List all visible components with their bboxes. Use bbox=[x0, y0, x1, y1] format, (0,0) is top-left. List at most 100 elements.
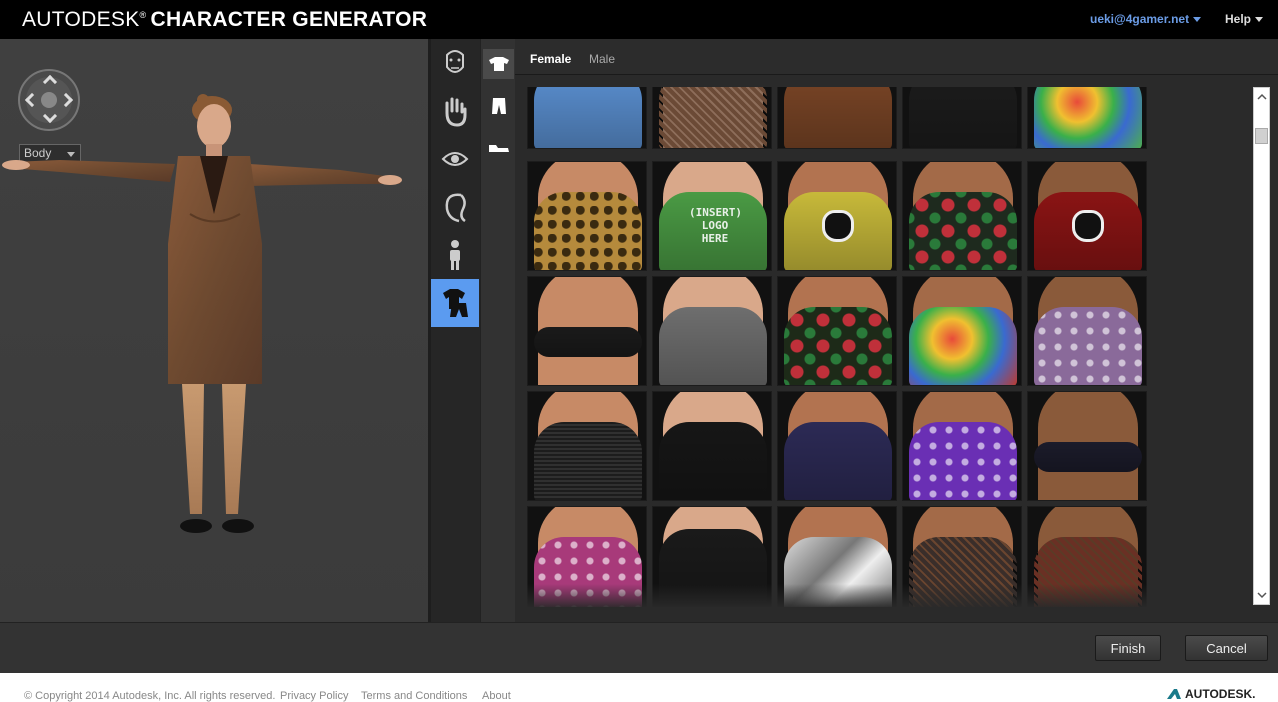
garment-preview bbox=[534, 87, 642, 148]
category-eye-button[interactable] bbox=[431, 135, 479, 183]
tile-print-text: (INSERT) LOGO HERE bbox=[689, 206, 742, 245]
subcategory-shoes-button[interactable] bbox=[483, 133, 514, 163]
garment-preview bbox=[659, 87, 767, 148]
autodesk-logo[interactable]: AUTODESK. bbox=[1166, 687, 1255, 701]
clothing-item-tile[interactable] bbox=[652, 506, 772, 607]
clothing-item-tile[interactable] bbox=[1027, 391, 1147, 501]
app-header: AUTODESK® CHARACTER GENERATOR ueki@4gamer… bbox=[0, 0, 1278, 39]
user-email: ueki@4gamer.net bbox=[1090, 12, 1190, 26]
garment-preview bbox=[1034, 87, 1142, 148]
brand-autodesk: AUTODESK bbox=[22, 8, 140, 31]
cancel-button[interactable]: Cancel bbox=[1185, 635, 1268, 661]
page-footer: © Copyright 2014 Autodesk, Inc. All righ… bbox=[0, 673, 1278, 702]
clothing-item-tile[interactable] bbox=[777, 87, 897, 149]
brand-product-name: CHARACTER GENERATOR bbox=[150, 8, 428, 31]
category-body-button[interactable] bbox=[431, 231, 479, 279]
clothing-item-tile[interactable] bbox=[1027, 161, 1147, 271]
hand-icon bbox=[445, 97, 467, 127]
clothing-item-tile[interactable]: (INSERT) LOGO HERE bbox=[652, 161, 772, 271]
brand-registered-mark: ® bbox=[139, 10, 147, 20]
garment-preview bbox=[909, 422, 1017, 500]
gender-tabs: Female Male bbox=[515, 39, 1278, 75]
clothing-catalog-panel: Female Male (INSERT) LOGO HERE bbox=[515, 39, 1278, 622]
garment-preview bbox=[909, 537, 1017, 607]
top-icon bbox=[488, 57, 509, 71]
clothing-item-tile[interactable] bbox=[777, 161, 897, 271]
clothing-item-tile[interactable] bbox=[527, 391, 647, 501]
chevron-down-icon bbox=[1193, 17, 1202, 23]
garment-preview bbox=[909, 192, 1017, 270]
finish-button[interactable]: Finish bbox=[1095, 635, 1161, 661]
clothing-icon bbox=[443, 289, 468, 317]
scroll-up-button[interactable] bbox=[1254, 88, 1269, 105]
garment-preview bbox=[784, 537, 892, 607]
autodesk-logo-text: AUTODESK. bbox=[1185, 687, 1256, 701]
privacy-policy-link[interactable]: Privacy Policy bbox=[280, 690, 348, 702]
clothing-item-tile[interactable] bbox=[902, 391, 1022, 501]
user-account-menu[interactable]: ueki@4gamer.net bbox=[1090, 12, 1202, 26]
category-hand-button[interactable] bbox=[431, 87, 479, 135]
tile-print-graphic bbox=[1072, 210, 1104, 242]
garment-preview bbox=[659, 307, 767, 385]
clothing-item-tile[interactable] bbox=[1027, 87, 1147, 149]
clothing-item-tile[interactable] bbox=[527, 161, 647, 271]
clothing-item-tile[interactable] bbox=[652, 87, 772, 149]
character-model[interactable] bbox=[0, 94, 428, 594]
eye-icon bbox=[441, 152, 469, 166]
clothing-item-tile[interactable] bbox=[902, 87, 1022, 149]
clothing-grid: (INSERT) LOGO HERE bbox=[527, 87, 1157, 607]
garment-preview bbox=[534, 422, 642, 500]
rotate-up-icon[interactable] bbox=[42, 74, 58, 90]
category-hair-button[interactable] bbox=[431, 183, 479, 231]
grid-scrollbar[interactable] bbox=[1253, 87, 1270, 605]
subcategory-toolbar bbox=[480, 39, 515, 622]
category-toolbar bbox=[431, 39, 480, 622]
autodesk-logo-icon bbox=[1167, 689, 1181, 699]
action-bar: Finish Cancel bbox=[0, 622, 1278, 673]
clothing-item-tile[interactable] bbox=[902, 161, 1022, 271]
clothing-item-tile[interactable] bbox=[777, 506, 897, 607]
clothing-item-tile[interactable] bbox=[1027, 276, 1147, 386]
help-menu[interactable]: Help bbox=[1225, 12, 1264, 26]
clothing-item-tile[interactable] bbox=[527, 506, 647, 607]
subcategory-pants-button[interactable] bbox=[483, 91, 514, 121]
about-link[interactable]: About bbox=[482, 690, 511, 702]
garment-preview bbox=[1034, 442, 1142, 472]
copyright-text: © Copyright 2014 Autodesk, Inc. All righ… bbox=[24, 690, 276, 702]
clothing-item-tile[interactable] bbox=[902, 506, 1022, 607]
garment-preview bbox=[784, 422, 892, 500]
category-face-button[interactable] bbox=[431, 39, 479, 87]
garment-preview bbox=[784, 87, 892, 148]
garment-preview bbox=[534, 192, 642, 270]
garment-preview bbox=[909, 87, 1017, 148]
tab-female[interactable]: Female bbox=[530, 52, 571, 66]
clothing-item-tile[interactable] bbox=[652, 391, 772, 501]
garment-preview bbox=[1034, 307, 1142, 385]
garment-preview bbox=[1034, 537, 1142, 607]
tab-male[interactable]: Male bbox=[589, 52, 615, 66]
clothing-item-tile[interactable] bbox=[777, 276, 897, 386]
clothing-item-tile[interactable] bbox=[652, 276, 772, 386]
pants-icon bbox=[491, 98, 506, 114]
clothing-item-tile[interactable] bbox=[527, 276, 647, 386]
chevron-down-icon bbox=[1255, 17, 1264, 23]
character-viewport[interactable]: Body bbox=[0, 39, 428, 622]
clothing-item-tile[interactable] bbox=[902, 276, 1022, 386]
chevron-down-icon bbox=[1256, 592, 1267, 599]
garment-preview bbox=[909, 307, 1017, 385]
category-clothing-button[interactable] bbox=[431, 279, 479, 327]
subcategory-tops-button[interactable] bbox=[483, 49, 514, 79]
hair-icon bbox=[445, 193, 466, 223]
scroll-down-button[interactable] bbox=[1254, 587, 1269, 604]
tile-print-graphic bbox=[822, 210, 854, 242]
terms-link[interactable]: Terms and Conditions bbox=[361, 690, 467, 702]
app-title: AUTODESK® CHARACTER GENERATOR bbox=[22, 8, 427, 32]
garment-preview bbox=[659, 422, 767, 500]
clothing-item-tile[interactable] bbox=[527, 87, 647, 149]
clothing-item-tile[interactable] bbox=[1027, 506, 1147, 607]
shoes-icon bbox=[488, 145, 509, 152]
scroll-thumb[interactable] bbox=[1255, 128, 1268, 144]
clothing-item-tile[interactable] bbox=[777, 391, 897, 501]
help-label: Help bbox=[1225, 12, 1252, 26]
face-icon bbox=[446, 50, 464, 73]
